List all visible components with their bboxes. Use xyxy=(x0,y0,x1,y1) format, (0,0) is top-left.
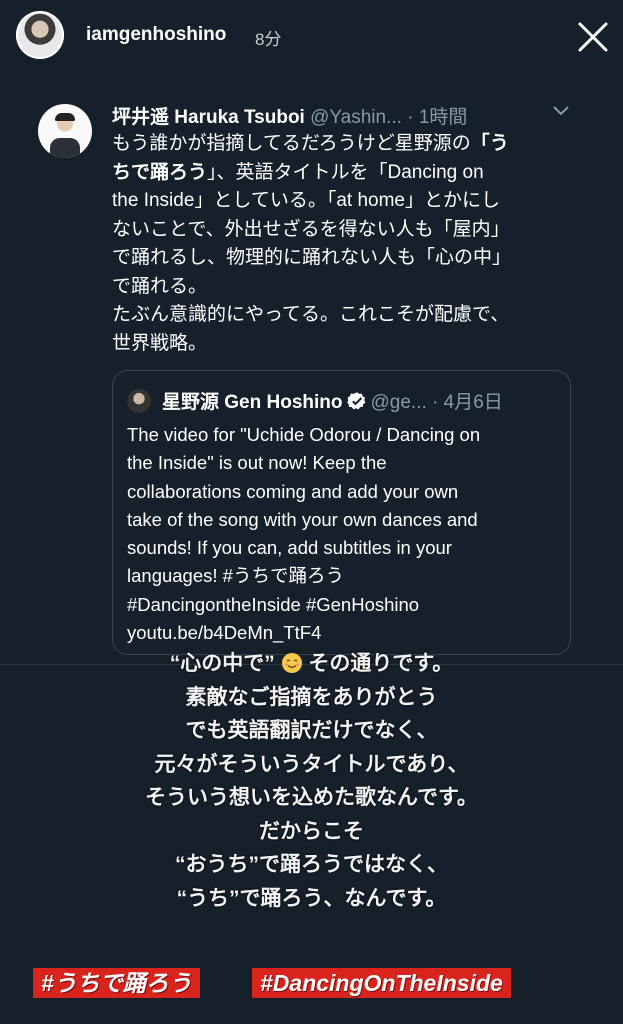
caption-line: “うち”で踊ろう、なんです。 xyxy=(176,886,447,910)
close-icon[interactable] xyxy=(576,20,610,54)
tweet-author-name: 坪井遥 Haruka Tsuboi xyxy=(112,107,305,128)
tweet-line: ないことで、外出せざるを得ない人も「屋内」 xyxy=(112,218,510,240)
caption-line: でも英語翻訳だけでなく、 xyxy=(185,719,438,742)
caption-line: だからこそ xyxy=(259,819,364,843)
tweet-author-avatar xyxy=(38,104,92,158)
caption-line: 素敵なご指摘をありがとう xyxy=(185,685,438,709)
quoted-author-handle: @ge... xyxy=(370,392,427,413)
smiling-face-emoji xyxy=(281,653,302,673)
tweet-line: で踊れるし、物理的に踊れない人も「心の中」 xyxy=(112,247,512,268)
tweet-line: ちで踊ろう」、英語タイトルを「Dancing on xyxy=(112,161,484,183)
story-username[interactable]: iamgenhoshino xyxy=(86,24,226,46)
quoted-tweet-header: 星野源 Gen Hoshino @ge... · 4月6日 xyxy=(162,387,503,414)
quoted-line: take of the song with your own dances an… xyxy=(127,508,478,530)
caption-line: “心の中で” その通りです。 xyxy=(169,652,454,675)
story-time: 8分 xyxy=(255,30,282,49)
quoted-link[interactable]: youtu.be/b4DeMn_TtF4 xyxy=(127,619,557,647)
caption-line: “おうち”で踊ろうではなく、 xyxy=(175,853,448,876)
story-caption: “心の中で” その通りです。 素敵なご指摘をありがとう でも英語翻訳だけでなく、… xyxy=(0,647,623,915)
tweet-line: で踊れる。 xyxy=(112,275,208,297)
tweet-line: たぶん意識的にやってる。これこそが配慮で、 xyxy=(112,304,510,325)
tweet-time: · 1時間 xyxy=(407,107,468,128)
caption-line: 元々がそういうタイトルであり、 xyxy=(154,752,469,776)
quoted-tweet-time: · 4月6日 xyxy=(432,392,503,413)
caption-line: そういう想いを込めた歌なんです。 xyxy=(145,786,478,809)
tweet-header: 坪井遥 Haruka Tsuboi @Yashin... · 1時間 xyxy=(112,102,467,129)
chevron-down-icon xyxy=(553,106,569,116)
quoted-author-avatar xyxy=(127,389,151,413)
quoted-author-name: 星野源 Gen Hoshino xyxy=(162,392,343,413)
tweet-author-handle: @Yashin... xyxy=(310,107,402,128)
story-header: iamgenhoshino 8分 xyxy=(0,0,623,72)
tweet-text: もう誰かが指摘してるだろうけど星野源の「う ちで踊ろう」、英語タイトルを「Dan… xyxy=(112,130,582,358)
quoted-line: sounds! If you can, add subtitles in you… xyxy=(127,537,452,559)
quoted-tweet: 星野源 Gen Hoshino @ge... · 4月6日 The video f… xyxy=(112,370,571,655)
tweet-line: もう誰かが指摘してるだろうけど星野源の「う xyxy=(112,133,509,154)
quoted-tweet-text: The video for "Uchide Odorou / Dancing o… xyxy=(127,421,557,647)
quoted-line: #DancingontheInside #GenHoshino xyxy=(127,593,420,615)
hashtag-sticker-dancing[interactable]: #DancingOnTheInside xyxy=(252,968,511,998)
verified-badge-icon xyxy=(346,392,365,410)
tweet-line: the Inside」としている。「at home」とかにし xyxy=(112,190,500,211)
quoted-line: collaborations coming and add your own xyxy=(127,480,459,502)
hashtag-sticker-uchide[interactable]: #うちで踊ろう xyxy=(33,968,200,998)
quoted-line: languages! #うちで踊ろう xyxy=(127,565,344,587)
quoted-line: the Inside" is out now! Keep the xyxy=(127,452,387,474)
quoted-line: The video for "Uchide Odorou / Dancing o… xyxy=(127,424,481,445)
tweet-line: 世界戦略。 xyxy=(112,332,208,354)
story-avatar[interactable] xyxy=(16,11,64,59)
